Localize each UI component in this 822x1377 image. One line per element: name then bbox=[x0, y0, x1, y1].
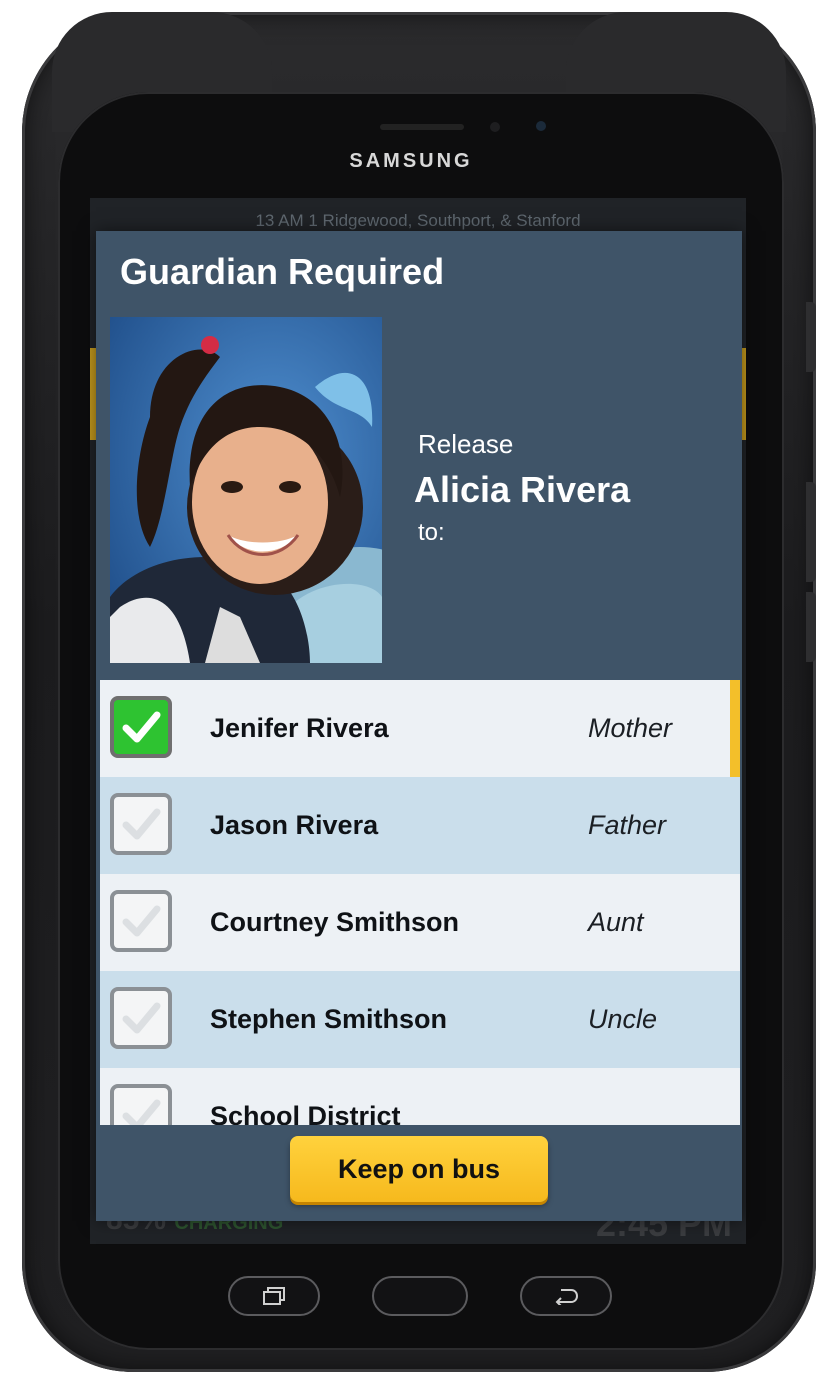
guardian-row-jason-rivera[interactable]: Jason Rivera Father bbox=[100, 777, 740, 874]
back-key[interactable] bbox=[520, 1276, 612, 1316]
back-icon bbox=[555, 1289, 579, 1305]
keep-on-bus-button[interactable]: Keep on bus bbox=[290, 1136, 548, 1202]
guardian-row-stephen-smithson[interactable]: Stephen Smithson Uncle bbox=[100, 971, 740, 1068]
selected-indicator bbox=[730, 680, 740, 777]
recent-apps-icon bbox=[263, 1287, 285, 1305]
guardian-name: Jenifer Rivera bbox=[210, 713, 389, 743]
dialog-title: Guardian Required bbox=[120, 251, 445, 292]
front-camera bbox=[536, 121, 546, 131]
home-key[interactable] bbox=[372, 1276, 468, 1316]
side-button-volume[interactable] bbox=[806, 482, 816, 582]
guardian-name: Stephen Smithson bbox=[210, 1004, 448, 1034]
checkmark-icon bbox=[122, 905, 161, 937]
recent-apps-key[interactable] bbox=[228, 1276, 320, 1316]
student-name: Alicia Rivera bbox=[414, 469, 631, 510]
route-header: 13 AM 1 Ridgewood, Southport, & Stanford bbox=[255, 211, 581, 230]
guardian-relation: Mother bbox=[588, 713, 673, 743]
guardian-name: School District bbox=[210, 1101, 401, 1125]
guardian-relation: Uncle bbox=[588, 1004, 658, 1034]
earpiece-speaker bbox=[380, 124, 464, 130]
sensor-dot bbox=[490, 122, 500, 132]
guardian-checkbox[interactable] bbox=[110, 987, 172, 1049]
guardian-relation: Aunt bbox=[588, 907, 644, 937]
guardian-row-school-district[interactable]: School District bbox=[100, 1068, 740, 1125]
guardian-name: Courtney Smithson bbox=[210, 907, 460, 937]
release-label: Release bbox=[418, 429, 514, 459]
guardian-row-courtney-smithson[interactable]: Courtney Smithson Aunt bbox=[100, 874, 740, 971]
guardian-name: Jason Rivera bbox=[210, 810, 379, 840]
brand-logo: SAMSUNG bbox=[349, 150, 473, 172]
to-label: to: bbox=[418, 519, 445, 546]
checkmark-icon bbox=[122, 711, 161, 743]
guardian-row-jenifer-rivera[interactable]: Jenifer Rivera Mother bbox=[100, 680, 740, 777]
guardian-checkbox[interactable] bbox=[110, 793, 172, 855]
checkmark-icon bbox=[122, 1002, 161, 1034]
guardian-checkbox[interactable] bbox=[110, 1084, 172, 1125]
side-button-upper[interactable] bbox=[806, 302, 816, 372]
guardian-required-dialog: Guardian Required Release Alicia Rivera … bbox=[96, 231, 742, 1221]
guardian-checkbox-checked[interactable] bbox=[110, 696, 172, 758]
guardian-list[interactable]: Jenifer Rivera Mother Jason Rivera Fathe… bbox=[100, 680, 740, 1125]
guardian-relation: Father bbox=[588, 810, 667, 840]
checkmark-icon bbox=[122, 1099, 161, 1125]
student-photo bbox=[110, 317, 382, 663]
side-button-lower[interactable] bbox=[806, 592, 816, 662]
guardian-checkbox[interactable] bbox=[110, 890, 172, 952]
checkmark-icon bbox=[122, 808, 161, 840]
